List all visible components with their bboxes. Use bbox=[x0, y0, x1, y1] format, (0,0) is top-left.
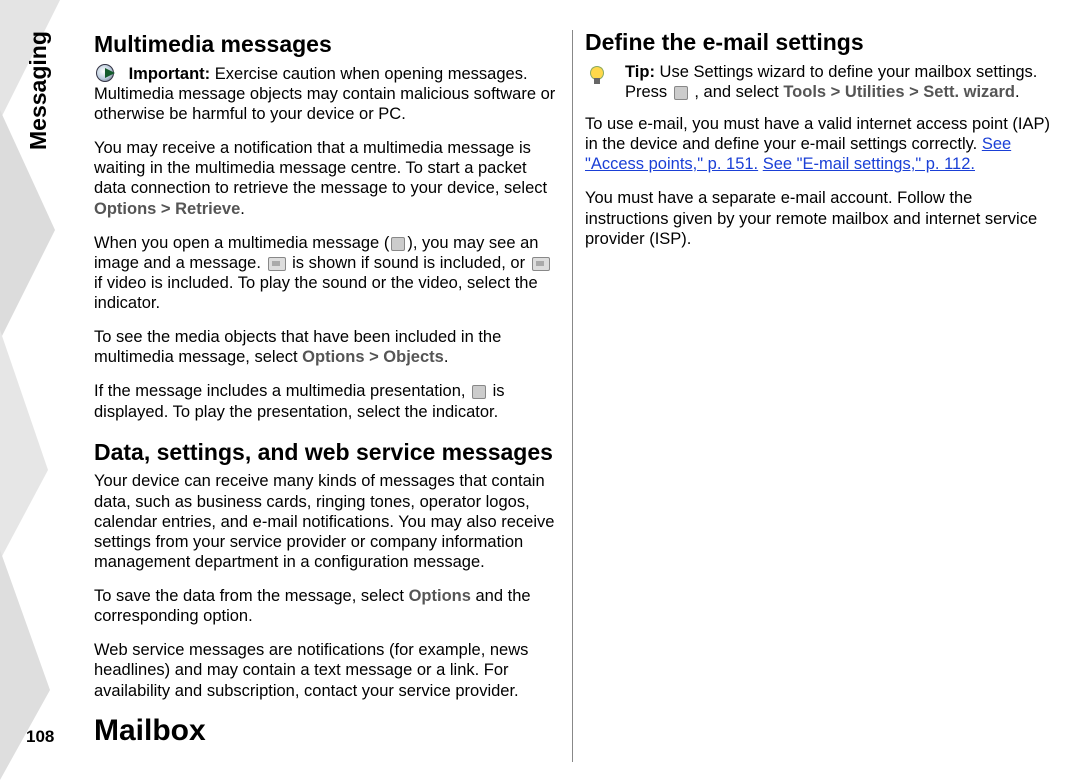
content-columns: Multimedia messages Important: Exercise … bbox=[94, 30, 1050, 762]
tip-text: Tip: Use Settings wizard to define your … bbox=[625, 62, 1050, 102]
important-label: Important: bbox=[129, 65, 211, 83]
mm-objects-paragraph: To see the media objects that have been … bbox=[94, 327, 559, 367]
sound-indicator-icon bbox=[268, 257, 286, 271]
important-icon bbox=[96, 64, 122, 82]
tip-label: Tip: bbox=[625, 63, 655, 81]
data-save-paragraph: To save the data from the message, selec… bbox=[94, 586, 559, 626]
heading-define-email: Define the e-mail settings bbox=[585, 30, 1050, 56]
important-paragraph: Important: Exercise caution when opening… bbox=[94, 64, 559, 124]
link-email-settings[interactable]: See "E-mail settings," p. 112. bbox=[763, 155, 975, 173]
page-number: 108 bbox=[26, 727, 54, 748]
menu-key-icon bbox=[674, 86, 688, 100]
path-options: Options bbox=[409, 587, 471, 605]
heading-multimedia-messages: Multimedia messages bbox=[94, 32, 559, 58]
data-receive-paragraph: Your device can receive many kinds of me… bbox=[94, 471, 559, 572]
side-tab: Messaging bbox=[24, 20, 58, 180]
path-options-retrieve: Options > Retrieve bbox=[94, 200, 240, 218]
mms-message-icon bbox=[391, 237, 405, 251]
tip-bulb-icon bbox=[587, 64, 607, 86]
presentation-indicator-icon bbox=[472, 385, 486, 399]
heading-mailbox: Mailbox bbox=[94, 715, 559, 747]
heading-data-settings: Data, settings, and web service messages bbox=[94, 440, 559, 466]
side-tab-label: Messaging bbox=[24, 116, 52, 150]
web-service-paragraph: Web service messages are notifications (… bbox=[94, 640, 559, 700]
email-iap-paragraph: To use e-mail, you must have a valid int… bbox=[585, 114, 1050, 174]
video-indicator-icon bbox=[532, 257, 550, 271]
mm-open-paragraph: When you open a multimedia message (), y… bbox=[94, 233, 559, 314]
mm-presentation-paragraph: If the message includes a multimedia pre… bbox=[94, 381, 559, 421]
path-tools-utilities-wizard: Tools > Utilities > Sett. wizard bbox=[783, 83, 1015, 101]
path-options-objects: Options > Objects bbox=[302, 348, 444, 366]
email-account-paragraph: You must have a separate e-mail account.… bbox=[585, 188, 1050, 248]
tip-block: Tip: Use Settings wizard to define your … bbox=[585, 62, 1050, 102]
mm-retrieve-paragraph: You may receive a notification that a mu… bbox=[94, 138, 559, 219]
